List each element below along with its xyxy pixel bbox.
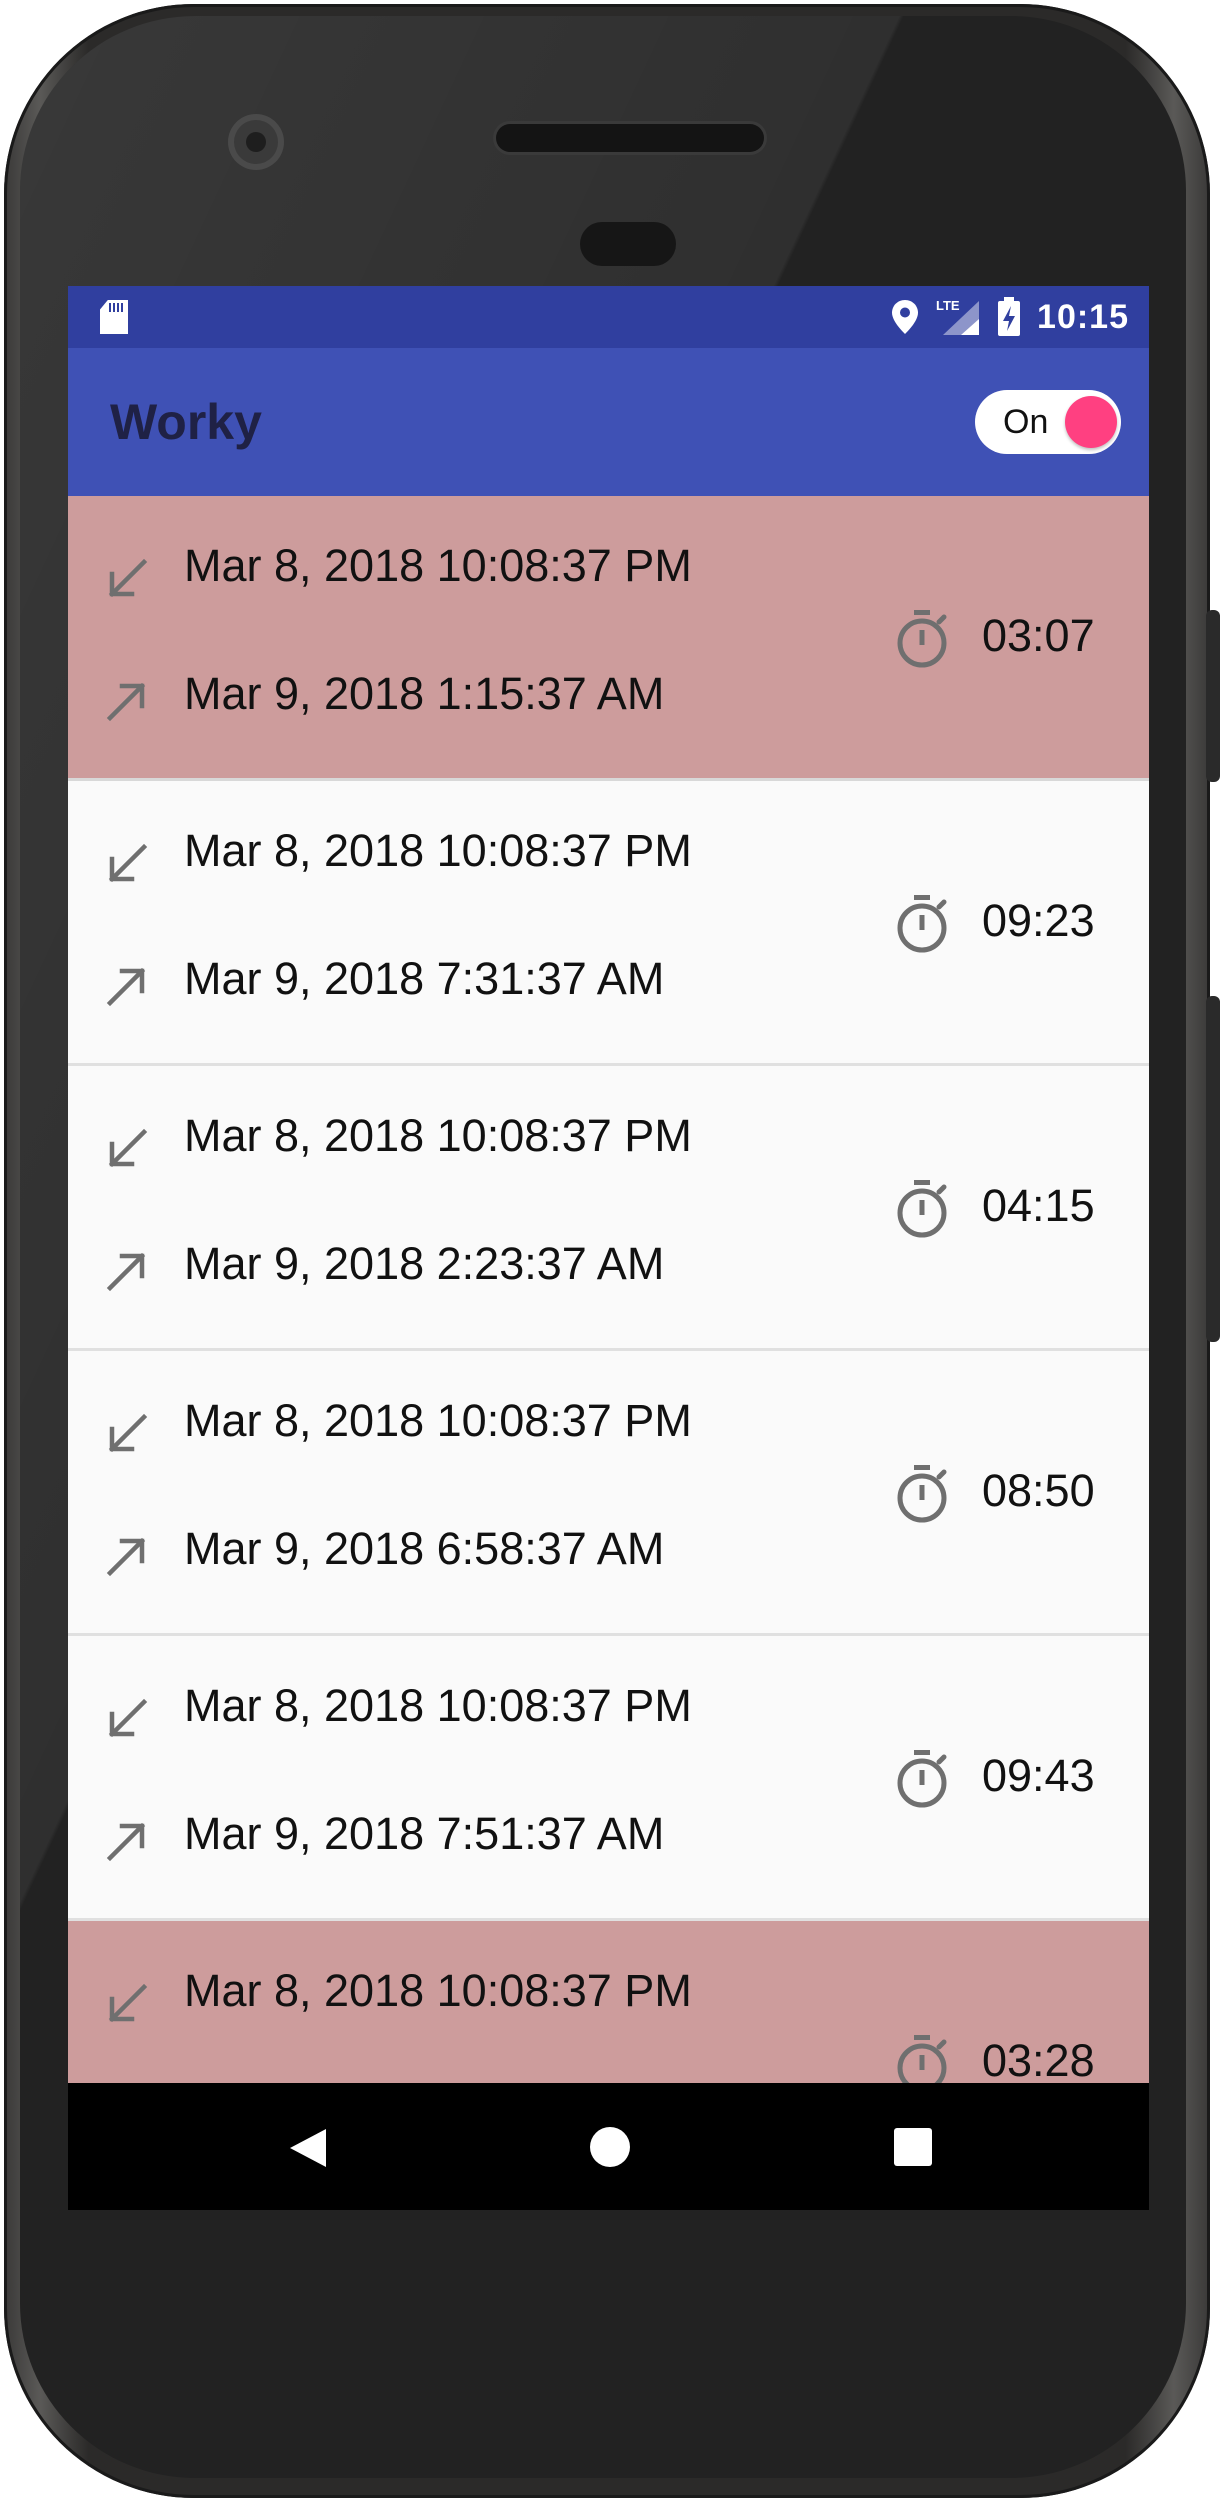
location-icon (892, 300, 919, 334)
arrow-down-left-icon (108, 558, 148, 598)
list-item[interactable]: Mar 8, 2018 10:08:37 PM Mar 9, 2018 1:15:… (68, 496, 1149, 781)
tracking-toggle[interactable]: On (975, 390, 1121, 454)
lte-label: LTE (936, 298, 960, 313)
app-title: Worky (110, 394, 262, 450)
lte-signal-icon: LTE (936, 298, 980, 335)
stopwatch-icon (897, 1180, 947, 1238)
list-item[interactable]: Mar 8, 2018 10:08:37 PM Mar 9, 2018 2:23:… (68, 1066, 1149, 1351)
arrow-down-left-icon (108, 1413, 148, 1453)
toggle-knob[interactable] (1065, 396, 1117, 448)
proximity-sensor (580, 222, 676, 266)
list-item[interactable]: Mar 8, 2018 10:08:37 PM Mar 9, 2018 7:51:… (68, 1636, 1149, 1921)
app-bar: Worky On (68, 348, 1149, 496)
duration-text: 03:28 (982, 2035, 1095, 2083)
home-icon[interactable] (590, 2127, 630, 2167)
list-item[interactable]: Mar 8, 2018 10:08:37 PM Mar 9, 2018 6:58:… (68, 1351, 1149, 1636)
system-nav-bar (68, 2083, 1149, 2210)
status-clock: 10:15 (1037, 297, 1129, 336)
earpiece-speaker (496, 124, 764, 152)
status-bar: LTE 10:15 (68, 286, 1149, 348)
list-item[interactable]: Mar 8, 2018 10:08:37 PM Mar 9, 2018 7:31:… (68, 781, 1149, 1066)
status-bar-right: LTE 10:15 (891, 286, 1129, 348)
clock-in-time: Mar 8, 2018 10:08:37 PM (184, 825, 692, 876)
clock-out-time: Mar 9, 2018 6:58:37 AM (184, 1523, 665, 1574)
entry-list[interactable]: Mar 8, 2018 10:08:37 PM Mar 9, 2018 1:15:… (68, 496, 1149, 2083)
arrow-down-left-icon (108, 843, 148, 883)
power-button (1206, 996, 1220, 1342)
front-camera (228, 114, 284, 170)
arrow-down-left-icon (108, 1128, 148, 1168)
clock-out-time: Mar 9, 2018 7:51:37 AM (184, 1808, 665, 1859)
duration-text: 09:43 (982, 1750, 1095, 1801)
stopwatch-icon (897, 895, 947, 953)
arrow-up-right-icon (106, 1252, 146, 1292)
clock-out-time: Mar 9, 2018 1:15:37 AM (184, 668, 665, 719)
device-frame: LTE 10:15 Worky On Mar 8, 2018 10:08:37 … (0, 0, 1226, 2502)
sd-card-icon (100, 300, 128, 334)
duration-text: 08:50 (982, 1465, 1095, 1516)
clock-in-time: Mar 8, 2018 10:08:37 PM (184, 1965, 692, 2016)
stopwatch-icon (897, 610, 947, 668)
arrow-up-right-icon (106, 1537, 146, 1577)
arrow-up-right-icon (106, 967, 146, 1007)
arrow-down-left-icon (108, 1983, 148, 2023)
stopwatch-icon (897, 2035, 947, 2083)
duration-text: 04:15 (982, 1180, 1095, 1231)
arrow-up-right-icon (106, 1822, 146, 1862)
back-icon[interactable] (286, 2127, 328, 2169)
volume-button (1206, 610, 1220, 782)
clock-in-time: Mar 8, 2018 10:08:37 PM (184, 1110, 692, 1161)
app-screen: LTE 10:15 Worky On Mar 8, 2018 10:08:37 … (68, 286, 1149, 2210)
clock-in-time: Mar 8, 2018 10:08:37 PM (184, 1680, 692, 1731)
toggle-label: On (1003, 403, 1049, 441)
clock-out-time: Mar 9, 2018 2:23:37 AM (184, 1238, 665, 1289)
battery-charging-icon (998, 297, 1021, 336)
clock-in-time: Mar 8, 2018 10:08:37 PM (184, 540, 692, 591)
list-item[interactable]: Mar 8, 2018 10:08:37 PM 03:28 (68, 1921, 1149, 2083)
duration-text: 03:07 (982, 610, 1095, 661)
stopwatch-icon (897, 1465, 947, 1523)
clock-in-time: Mar 8, 2018 10:08:37 PM (184, 1395, 692, 1446)
stopwatch-icon (897, 1750, 947, 1808)
recents-icon[interactable] (894, 2128, 932, 2166)
duration-text: 09:23 (982, 895, 1095, 946)
arrow-down-left-icon (108, 1698, 148, 1738)
clock-out-time: Mar 9, 2018 7:31:37 AM (184, 953, 665, 1004)
arrow-up-right-icon (106, 682, 146, 722)
